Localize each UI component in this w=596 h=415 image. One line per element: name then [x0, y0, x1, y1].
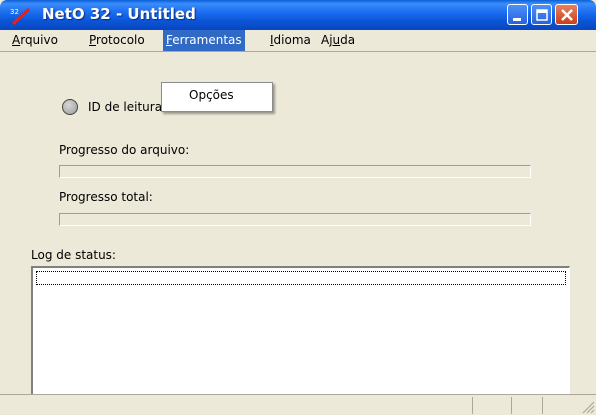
menu-label-post: dioma — [273, 33, 311, 47]
menu-label-post: rquivo — [20, 33, 58, 47]
svg-text:32: 32 — [10, 8, 19, 16]
menu-idioma[interactable]: Idioma — [267, 30, 314, 51]
close-icon — [561, 9, 573, 21]
resize-grip-icon[interactable] — [580, 399, 596, 415]
close-button[interactable] — [555, 4, 578, 25]
minimize-button[interactable] — [507, 4, 528, 25]
file-progress-label: Progresso do arquivo: — [59, 143, 190, 157]
window-title: NetO 32 - Untitled — [42, 5, 196, 23]
status-panel — [472, 397, 510, 414]
menu-arquivo[interactable]: Arquivo — [9, 30, 61, 51]
total-progress-bar — [59, 213, 531, 226]
read-status-indicator-icon — [62, 99, 78, 115]
menu-mnemonic: u — [332, 33, 341, 47]
menu-bar: Arquivo Protocolo Ferramentas Idioma Aju… — [0, 30, 596, 52]
menu-item-opcoes[interactable]: Opções — [189, 88, 234, 102]
ferramentas-dropdown: Opções — [161, 82, 273, 112]
menu-label-post: rotocolo — [96, 33, 145, 47]
menu-mnemonic: P — [89, 33, 97, 47]
menu-label-post: da — [340, 33, 356, 47]
status-log-label: Log de status: — [31, 248, 116, 262]
log-selected-row[interactable] — [36, 271, 566, 285]
file-progress-bar — [59, 165, 531, 178]
menu-protocolo[interactable]: Protocolo — [86, 30, 148, 51]
menu-ferramentas[interactable]: Ferramentas — [163, 30, 245, 51]
maximize-icon — [536, 9, 548, 21]
title-bar[interactable]: 32 NetO 32 - Untitled — [0, 0, 596, 30]
status-bar — [0, 394, 596, 415]
net-logo-icon[interactable]: 32 — [10, 6, 32, 26]
maximize-button[interactable] — [531, 4, 552, 25]
read-id-label: ID de leitura: — [88, 100, 167, 114]
menu-mnemonic: A — [12, 33, 21, 47]
menu-label-post: erramentas — [172, 33, 242, 47]
status-panel — [542, 397, 572, 414]
status-panel — [511, 397, 541, 414]
minimize-icon — [513, 18, 521, 21]
menu-label-pre: Aj — [321, 33, 333, 47]
menu-ajuda[interactable]: Ajuda — [318, 30, 358, 51]
status-log-list[interactable] — [31, 266, 570, 398]
total-progress-label: Progresso total: — [59, 190, 153, 204]
